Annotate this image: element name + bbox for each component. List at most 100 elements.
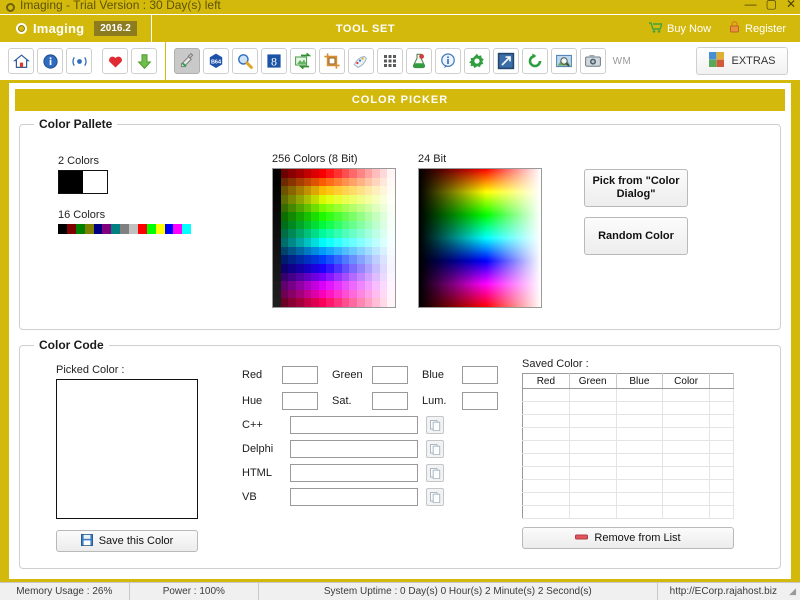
palette-256-cell[interactable] [303, 263, 312, 273]
palette-256-cell[interactable] [303, 289, 312, 299]
palette-256-cell[interactable] [273, 212, 281, 221]
palette-256-cell[interactable] [349, 272, 357, 282]
palette-256-cell[interactable] [349, 194, 357, 204]
palette-256-cell[interactable] [364, 289, 373, 299]
palette-256-cell[interactable] [356, 194, 365, 204]
table-row[interactable] [522, 388, 734, 402]
palette-256-cell[interactable] [280, 238, 289, 247]
copy-icon[interactable] [426, 464, 444, 482]
buy-now-link[interactable]: Buy Now [649, 21, 711, 36]
sixteen-color-swatch-2[interactable] [75, 224, 85, 234]
lum-field[interactable] [462, 392, 498, 410]
palette-256-grid[interactable] [272, 168, 396, 308]
palette-256-cell[interactable] [326, 272, 334, 282]
palette-256-cell[interactable] [295, 289, 304, 299]
palette-256-cell[interactable] [341, 220, 350, 230]
palette-256-cell[interactable] [288, 289, 296, 299]
palette-256-cell[interactable] [379, 298, 388, 307]
palette-256-cell[interactable] [295, 169, 304, 178]
palette-256-cell[interactable] [295, 263, 304, 273]
palette-256-cell[interactable] [295, 177, 304, 187]
close-button[interactable]: ✕ [786, 0, 796, 10]
palette-256-cell[interactable] [372, 212, 380, 221]
palette-256-cell[interactable] [349, 289, 357, 299]
table-row[interactable] [522, 453, 734, 467]
palette-256-cell[interactable] [372, 203, 380, 213]
palette-256-cell[interactable] [280, 212, 289, 221]
palette-256-cell[interactable] [326, 238, 334, 247]
table-row[interactable] [522, 414, 734, 428]
grid-icon[interactable] [377, 48, 403, 74]
sixteen-color-swatch-9[interactable] [137, 224, 147, 234]
palette-256-cell[interactable] [318, 169, 327, 178]
palette-256-cell[interactable] [387, 281, 395, 290]
palette-256-cell[interactable] [387, 194, 395, 204]
saved-color-column-header[interactable]: Color [662, 373, 710, 389]
palette-256-cell[interactable] [372, 263, 380, 273]
palette-256-cell[interactable] [372, 169, 380, 178]
palette-256-cell[interactable] [318, 194, 327, 204]
palette-256-cell[interactable] [288, 229, 296, 238]
palette-256-cell[interactable] [364, 169, 373, 178]
palette-256-cell[interactable] [334, 238, 342, 247]
palette-256-cell[interactable] [349, 169, 357, 178]
palette-256-cell[interactable] [295, 298, 304, 307]
palette-256-cell[interactable] [387, 298, 395, 307]
html-code-field[interactable] [290, 464, 418, 482]
palette-256-cell[interactable] [341, 203, 350, 213]
sixteen-color-swatch-15[interactable] [191, 224, 200, 234]
palette-256-cell[interactable] [387, 203, 395, 213]
palette-256-cell[interactable] [349, 220, 357, 230]
table-row[interactable] [522, 440, 734, 454]
home-icon[interactable] [8, 48, 34, 74]
two-color-swatch-1[interactable] [83, 171, 107, 193]
sixteen-color-swatch-12[interactable] [164, 224, 174, 234]
palette-256-cell[interactable] [273, 272, 281, 282]
palette-256-cell[interactable] [372, 177, 380, 187]
palette-256-cell[interactable] [311, 255, 319, 264]
palette-256-cell[interactable] [334, 186, 342, 195]
palette-256-cell[interactable] [295, 229, 304, 238]
palette-256-cell[interactable] [288, 298, 296, 307]
palette-256-cell[interactable] [341, 169, 350, 178]
palette-256-cell[interactable] [303, 169, 312, 178]
palette-256-cell[interactable] [303, 255, 312, 264]
palette-256-cell[interactable] [326, 220, 334, 230]
color-picker-icon[interactable] [174, 48, 200, 74]
palette-256-cell[interactable] [273, 238, 281, 247]
palette-256-cell[interactable] [295, 194, 304, 204]
palette-256-cell[interactable] [311, 177, 319, 187]
palette-256-cell[interactable] [280, 246, 289, 256]
hue-field[interactable] [282, 392, 318, 410]
palette-256-cell[interactable] [372, 220, 380, 230]
palette-256-cell[interactable] [280, 272, 289, 282]
palette-256-cell[interactable] [280, 289, 289, 299]
palette-256-cell[interactable] [341, 272, 350, 282]
palette-256-cell[interactable] [318, 229, 327, 238]
palette-256-cell[interactable] [311, 169, 319, 178]
palette-256-cell[interactable] [295, 203, 304, 213]
palette-256-cell[interactable] [303, 229, 312, 238]
palette-256-cell[interactable] [273, 186, 281, 195]
palette-256-cell[interactable] [303, 203, 312, 213]
palette-256-cell[interactable] [318, 298, 327, 307]
palette-256-cell[interactable] [311, 263, 319, 273]
info-bubble-icon[interactable] [435, 48, 461, 74]
palette-256-cell[interactable] [311, 212, 319, 221]
table-row[interactable] [522, 479, 734, 493]
sixteen-colors-swatches[interactable] [58, 224, 200, 234]
sixteen-color-swatch-8[interactable] [129, 224, 138, 234]
palette-256-cell[interactable] [311, 194, 319, 204]
palette-256-cell[interactable] [303, 177, 312, 187]
palette-256-cell[interactable] [280, 203, 289, 213]
palette-256-cell[interactable] [341, 194, 350, 204]
palette-256-cell[interactable] [364, 212, 373, 221]
palette-256-cell[interactable] [273, 177, 281, 187]
palette-256-cell[interactable] [273, 263, 281, 273]
palette-256-cell[interactable] [387, 255, 395, 264]
palette-256-cell[interactable] [288, 263, 296, 273]
palette-256-cell[interactable] [326, 212, 334, 221]
palette-256-cell[interactable] [303, 194, 312, 204]
palette-256-cell[interactable] [379, 194, 388, 204]
palette-256-cell[interactable] [341, 229, 350, 238]
